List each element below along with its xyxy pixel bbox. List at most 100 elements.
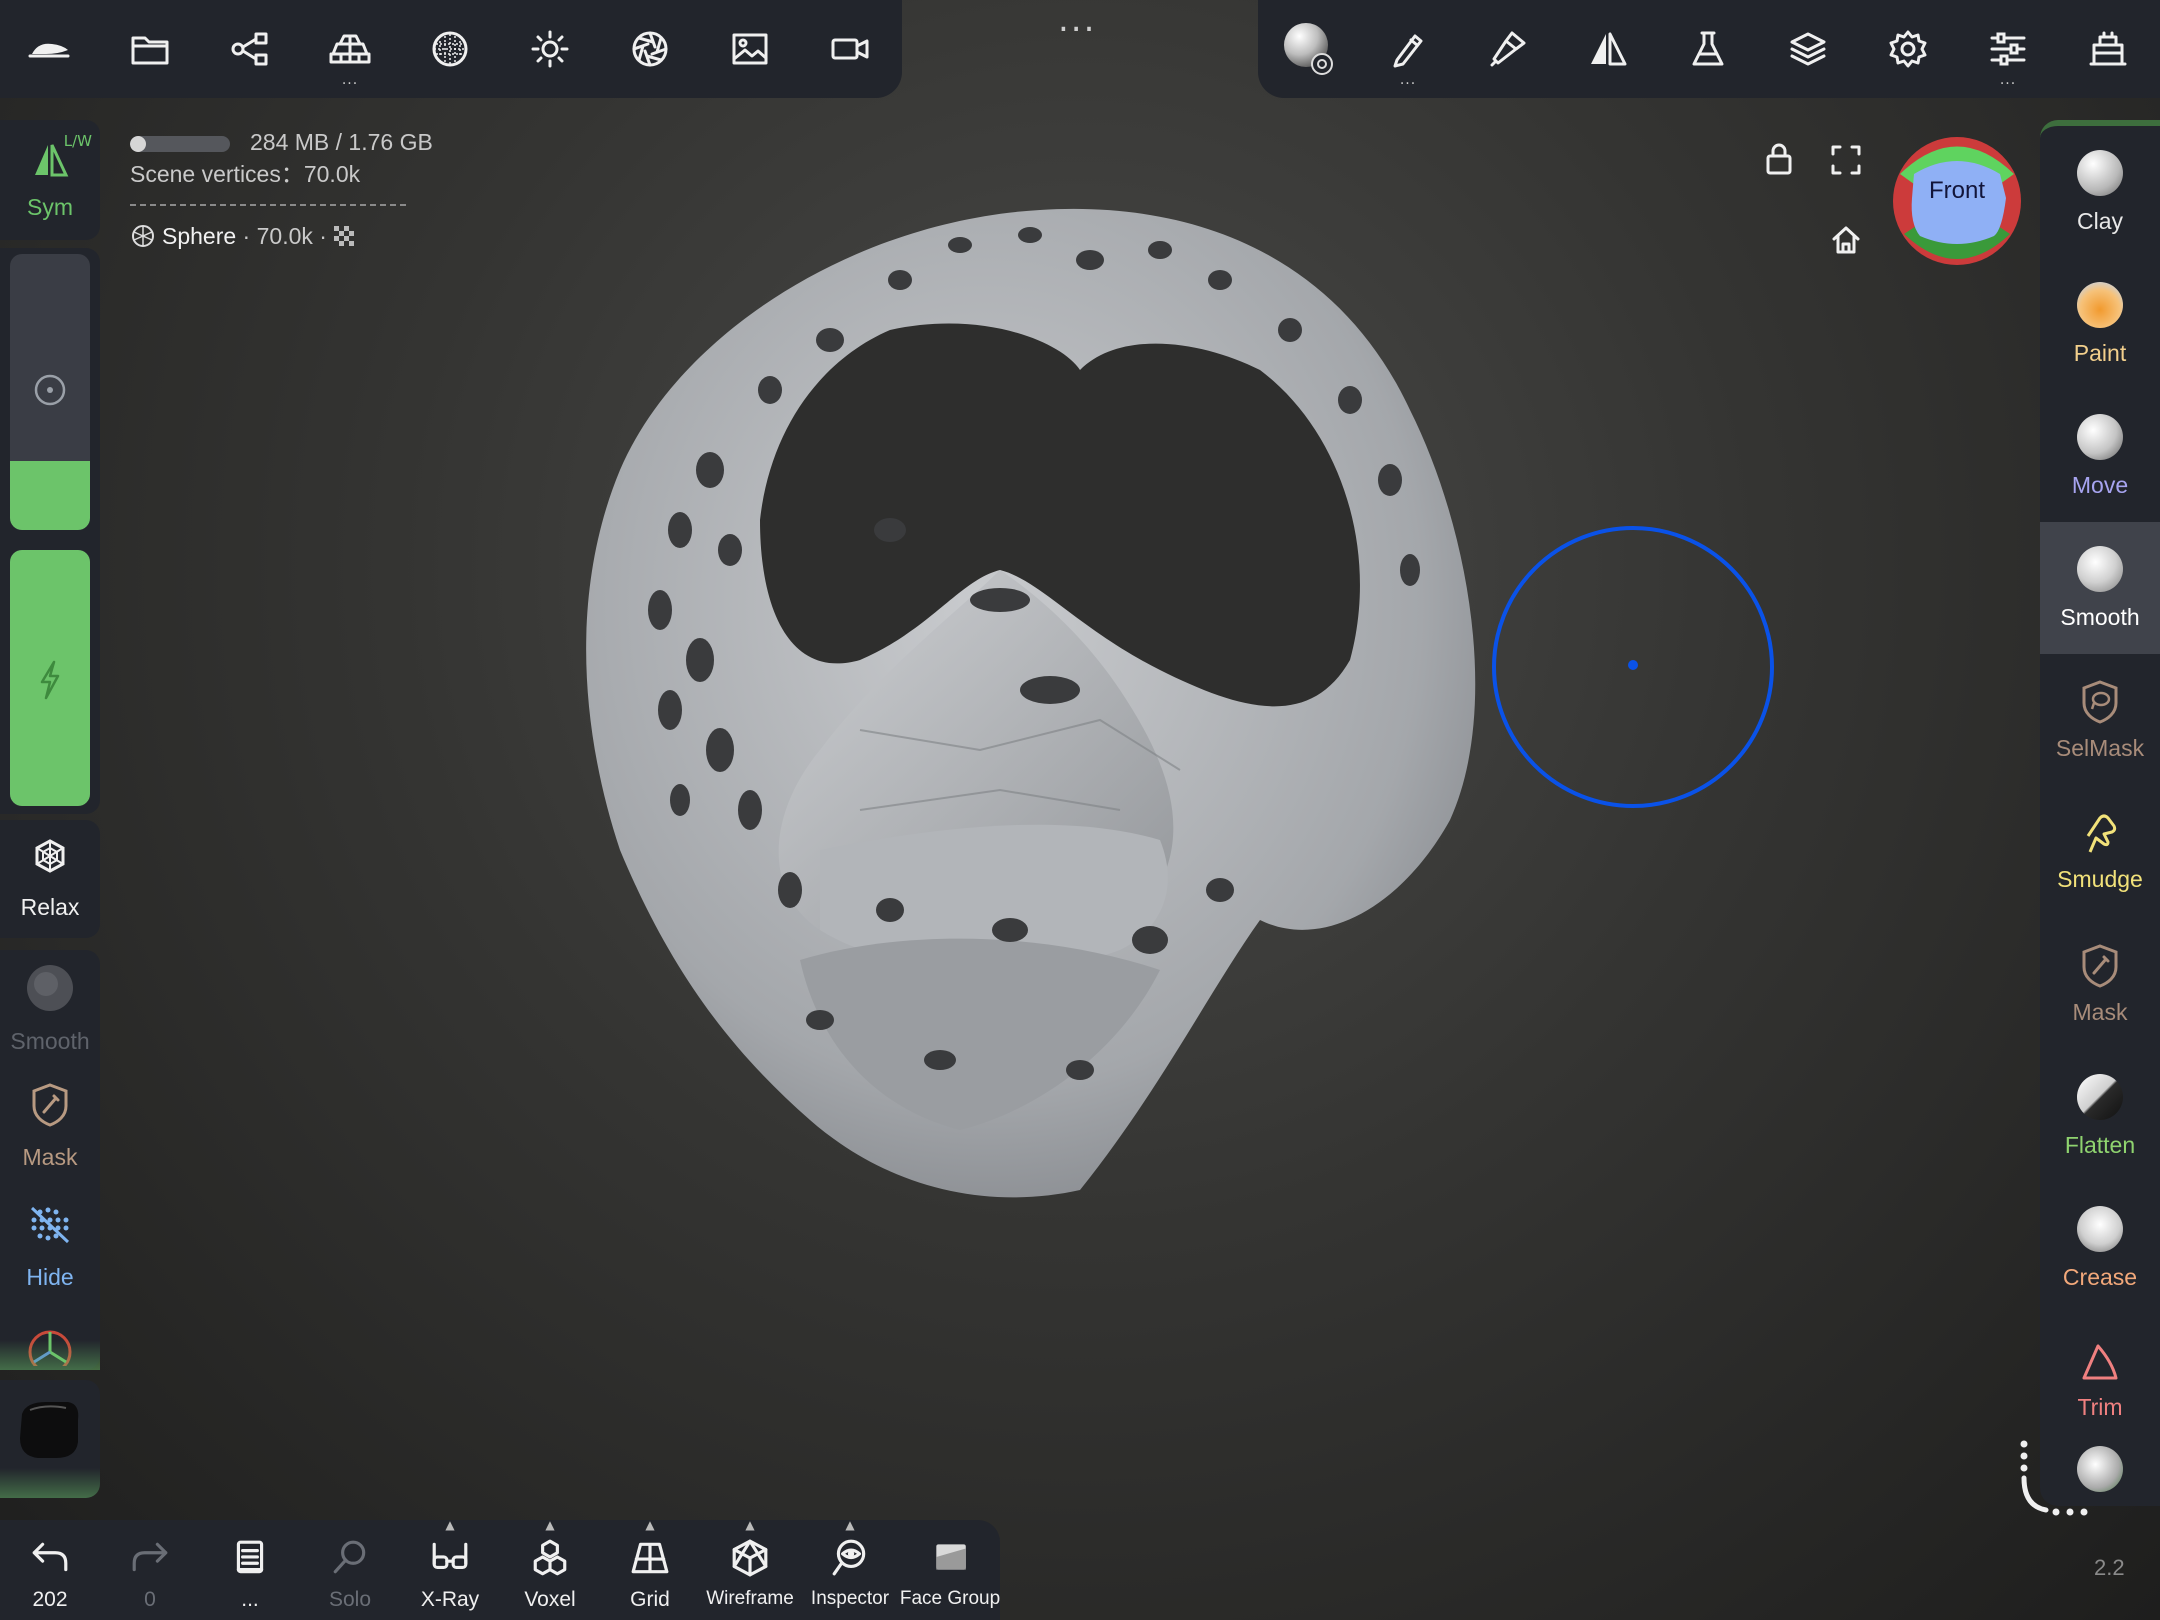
panel-resize-handle[interactable] [2012,1438,2102,1520]
settings-button[interactable] [1858,0,1958,98]
material-button[interactable] [400,0,500,98]
fullscreen-button[interactable] [1830,144,1862,176]
move-icon [2077,413,2123,460]
tool-smudge-label: Smudge [2057,865,2143,892]
lights-button[interactable] [500,0,600,98]
lock-button[interactable] [1764,142,1794,176]
viewport-info: 284 MB / 1.76 GB Scene vertices：70.0k Sp… [130,126,433,252]
topology-button[interactable]: ... [300,0,400,98]
top-right-toolbar: ... ... [1258,0,2160,98]
bottom-wireframe-button[interactable]: ▲ Wireframe [700,1518,800,1620]
clay-icon [2077,149,2123,196]
object-row[interactable]: Sphere · 70.0k · [130,220,433,252]
camera-aperture-icon [632,31,668,67]
tool-paint[interactable]: Paint [2040,258,2160,390]
layers-icon [1790,32,1826,66]
brush-tool-button[interactable] [1258,0,1358,98]
scene-vertices: Scene vertices：70.0k [130,161,361,187]
painting-button[interactable] [1458,0,1558,98]
bottom-grid-plane-button[interactable]: ▲ Grid [600,1518,700,1620]
folder-icon [131,36,169,65]
bottom-voxel-cubes-button[interactable]: ▲ Voxel [500,1518,600,1620]
expand-caret-icon: ▲ [545,1518,555,1532]
painting-icon [1490,31,1526,67]
mask-quick-tool[interactable]: Mask [0,1074,100,1184]
light-sun-icon [531,30,569,68]
scene-button[interactable] [200,0,300,98]
paint-icon [2077,281,2123,328]
matcap-preview-icon [20,1402,79,1458]
bottom-button-label: ... [241,1588,259,1611]
view-cube[interactable]: Front [1890,134,2024,268]
bottom-button-label: Wireframe [706,1588,794,1609]
symmetry-button[interactable] [1558,0,1658,98]
bottom-button-label: Grid [630,1588,670,1611]
bottom-inspector-eye-button[interactable]: ▲ Inspector [800,1518,900,1620]
tool-trim[interactable]: Trim [2040,1314,2160,1446]
intensity-slider[interactable] [10,550,90,806]
bottom-history-book-button[interactable]: ... [200,1520,300,1620]
layers-button[interactable] [1758,0,1858,98]
radius-slider[interactable] [10,254,90,530]
radius-slider-fill [10,461,90,530]
bottom-undo-button[interactable]: 202 [0,1520,100,1620]
tool-clay[interactable]: Clay [2040,126,2160,258]
fullscreen-icon [1831,145,1861,175]
symmetry-icon [1591,32,1627,66]
checker-texture-icon [334,226,355,246]
center-more-dots[interactable]: ... [1058,3,1096,37]
tool-move[interactable]: Move [2040,390,2160,522]
stroke-button[interactable]: ... [1358,0,1458,98]
lock-icon [1766,143,1792,175]
files-button[interactable] [100,0,200,98]
tool-mask[interactable]: Mask [2040,918,2160,1050]
tool-smudge[interactable]: Smudge [2040,786,2160,918]
tool-flatten[interactable]: Flatten [2040,1050,2160,1182]
sym-toggle[interactable]: L/W Sym [0,120,100,240]
brush-cursor [1492,526,1774,808]
home-view-button[interactable] [1830,224,1862,256]
tool-smooth[interactable]: Smooth [2040,522,2160,654]
settings-gear-icon [1889,30,1927,68]
background-button[interactable] [700,0,800,98]
mask-shield-icon [32,1083,68,1127]
bottom-solo-search-button[interactable]: Solo [300,1520,400,1620]
record-button[interactable] [800,0,900,98]
experimental-button[interactable] [1658,0,1758,98]
sliders-more-dots: ... [1999,72,2017,88]
mesh-object-icon [132,225,154,247]
tool-trim-label: Trim [2077,1393,2123,1420]
bottom-button-label: 202 [32,1588,68,1611]
gizmo-button[interactable] [2058,0,2158,98]
tool-crease[interactable]: Crease [2040,1182,2160,1314]
nomad-logo-button[interactable] [0,0,100,98]
relax-button[interactable]: Relax [0,820,100,938]
tool-paint-label: Paint [2073,339,2127,366]
hide-mesh-icon [30,1206,70,1244]
sculpt-mesh[interactable] [560,190,1520,1230]
memory-label: 284 MB / 1.76 GB [250,129,433,155]
topology-more-dots: ... [341,72,359,88]
tool-selmask[interactable]: SelMask [2040,654,2160,786]
sliders-button[interactable]: ... [1958,0,2058,98]
brush-stroke-icon [1393,34,1423,68]
mesh-topology-icon [329,34,371,64]
flask-icon [1692,31,1724,66]
bottom-redo-button[interactable]: 0 [100,1520,200,1620]
bottom-toolbar: 202 0... Solo ▲ X-Ray ▲ Voxel ▲ Grid ▲ Wireframe ▲ I… [0,1518,1000,1620]
expand-caret-icon: ▲ [645,1518,655,1532]
camera-button[interactable] [600,0,700,98]
smooth-quick-label: Smooth [10,1028,90,1054]
bottom-face-group-button[interactable]: Face Group [900,1520,1000,1620]
matcap-preview[interactable] [0,1380,100,1498]
trim-icon [2082,1344,2118,1379]
bottom-xray-glasses-button[interactable]: ▲ X-Ray [400,1518,500,1620]
bottom-button-label: 0 [144,1588,156,1611]
bottom-button-label: Solo [328,1588,372,1611]
smooth-quick-tool[interactable]: Smooth [0,950,100,1070]
stroke-more-dots: ... [1399,72,1417,88]
scene-graph-icon [231,32,268,66]
hide-quick-tool[interactable]: Hide [0,1194,100,1304]
sliders-icon [1990,32,2026,66]
nomad-logo-icon [28,43,70,58]
